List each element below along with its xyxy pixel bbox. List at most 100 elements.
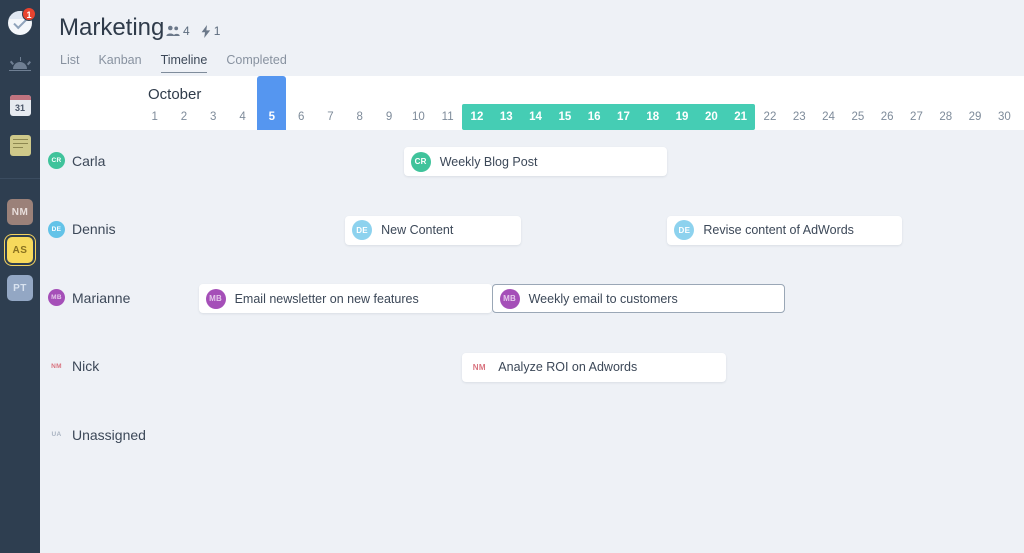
calendar-day-number: 31 — [14, 102, 25, 113]
day-cell-11[interactable]: 11 — [433, 104, 462, 130]
task-title: Analyze ROI on Adwords — [498, 360, 638, 374]
task-title: Email newsletter on new features — [234, 291, 419, 306]
bolt-meta[interactable]: 1 — [201, 24, 221, 38]
left-rail: 1 31 NM AS PT — [0, 0, 40, 553]
day-cell-26[interactable]: 26 — [873, 104, 902, 130]
task-title: Revise content of AdWords — [703, 223, 854, 237]
tab-kanban[interactable]: Kanban — [98, 53, 141, 73]
notification-badge[interactable]: 1 — [22, 7, 36, 21]
day-cell-19[interactable]: 19 — [667, 104, 696, 130]
day-cell-4[interactable]: 4 — [228, 104, 257, 130]
day-cell-3[interactable]: 3 — [199, 104, 228, 130]
notes-glyph — [9, 134, 31, 156]
timeline-row: UA Unassigned — [40, 404, 1024, 473]
rail-avatar-as[interactable]: AS — [7, 237, 33, 263]
day-cell-6[interactable]: 6 — [287, 104, 316, 130]
day-cell-23[interactable]: 23 — [785, 104, 814, 130]
day-cell-1[interactable]: 1 — [140, 104, 169, 130]
lightning-icon — [201, 24, 210, 38]
avatar: DE — [48, 220, 65, 238]
rail-avatar-initials: NM — [11, 206, 29, 218]
assignee-name: Marianne — [72, 289, 131, 306]
day-cell-10[interactable]: 10 — [404, 104, 433, 130]
day-cell-12[interactable]: 12 — [462, 104, 491, 130]
day-cell-2[interactable]: 2 — [169, 104, 198, 130]
task-bar[interactable]: DE New Content — [345, 215, 521, 245]
day-cell-14[interactable]: 14 — [521, 104, 550, 130]
task-avatar: MB — [499, 288, 520, 309]
avatar: MB — [48, 289, 65, 306]
day-cell-17[interactable]: 17 — [609, 104, 638, 130]
note-line — [12, 138, 28, 140]
day-cell-8[interactable]: 8 — [345, 104, 374, 130]
row-label-unassigned[interactable]: UA Unassigned — [48, 426, 146, 443]
row-label-carla[interactable]: CR Carla — [48, 152, 105, 169]
rail-avatar-nm[interactable]: NM — [7, 199, 33, 225]
tab-timeline[interactable]: Timeline — [160, 53, 208, 73]
day-cell-7[interactable]: 7 — [316, 104, 345, 130]
rail-divider — [0, 178, 40, 179]
task-bar[interactable]: CR Weekly Blog Post — [403, 147, 668, 176]
avatar: NM — [51, 362, 62, 370]
task-avatar: DE — [352, 220, 373, 240]
calendar-icon[interactable]: 31 — [7, 92, 33, 118]
calendar-glyph: 31 — [9, 94, 31, 116]
day-cell-27[interactable]: 27 — [902, 104, 931, 130]
logo-check-icon[interactable]: 1 — [7, 7, 36, 36]
avatar: CR — [48, 152, 65, 169]
day-cell-29[interactable]: 29 — [960, 104, 989, 130]
sunrise-icon[interactable] — [7, 52, 33, 78]
month-label: October — [148, 86, 202, 103]
row-label-nick[interactable]: NM Nick — [48, 358, 99, 375]
timeline-row: NM Nick NM Analyze ROI on Adwords — [40, 336, 1024, 405]
timeline-row: CR Carla CR Weekly Blog Post — [40, 130, 1024, 199]
avatar: UA — [51, 431, 62, 438]
assignee-name: Unassigned — [72, 426, 146, 443]
day-cell-20[interactable]: 20 — [697, 104, 726, 130]
task-title: Weekly Blog Post — [439, 154, 538, 169]
day-cell-24[interactable]: 24 — [814, 104, 843, 130]
row-label-dennis[interactable]: DE Dennis — [48, 220, 116, 238]
sunrise-glyph — [8, 57, 32, 73]
day-cell-9[interactable]: 9 — [374, 104, 403, 130]
tab-list[interactable]: List — [60, 53, 79, 73]
members-meta[interactable]: 4 — [166, 24, 190, 38]
day-cell-22[interactable]: 22 — [755, 104, 784, 130]
timeline-row: MB Marianne MB Email newsletter on new feat… — [40, 267, 1024, 336]
note-line — [12, 146, 23, 148]
day-cell-15[interactable]: 15 — [550, 104, 579, 130]
day-cell-18[interactable]: 18 — [638, 104, 667, 130]
horizon-line — [9, 69, 31, 71]
members-count: 4 — [183, 24, 190, 38]
day-cell-21[interactable]: 21 — [726, 104, 755, 130]
project-meta: 4 1 — [166, 24, 227, 38]
task-avatar: DE — [674, 220, 695, 240]
view-tabs: List Kanban Timeline Completed — [60, 53, 287, 73]
bolt-count: 1 — [213, 24, 221, 38]
task-bar[interactable]: MB Weekly email to customers — [491, 284, 785, 313]
task-bar[interactable]: MB Email newsletter on new features — [198, 284, 492, 313]
tab-completed[interactable]: Completed — [226, 53, 286, 73]
note-line — [12, 142, 28, 144]
day-cell-5[interactable]: 5 — [257, 104, 286, 130]
assignee-name: Nick — [72, 358, 100, 374]
assignee-name: Carla — [72, 152, 106, 169]
timeline-header: October 1 2 3 4 5 6 7 8 9 10 11 12 13 14 15 16 17 18 19 20 2… — [40, 76, 1024, 130]
rail-avatar-initials: PT — [13, 282, 27, 294]
task-avatar: NM — [472, 362, 486, 372]
notes-icon[interactable] — [7, 132, 33, 158]
day-cell-28[interactable]: 28 — [931, 104, 960, 130]
day-cell-16[interactable]: 16 — [580, 104, 609, 130]
rail-avatar-pt[interactable]: PT — [7, 275, 33, 301]
task-avatar: MB — [205, 288, 226, 309]
sun-ray — [19, 57, 21, 61]
page-title: Marketing — [59, 14, 165, 41]
task-bar[interactable]: DE Revise content of AdWords — [667, 215, 902, 245]
day-cell-25[interactable]: 25 — [843, 104, 872, 130]
day-scale[interactable]: 1 2 3 4 5 6 7 8 9 10 11 12 13 14 15 16 17 18 19 20 21 22 23 24 2… — [140, 76, 1024, 130]
day-cell-13[interactable]: 13 — [492, 104, 521, 130]
row-label-marianne[interactable]: MB Marianne — [48, 289, 130, 306]
task-avatar: CR — [410, 151, 431, 172]
task-bar[interactable]: NM Analyze ROI on Adwords — [462, 352, 726, 382]
day-cell-30[interactable]: 30 — [990, 104, 1019, 130]
